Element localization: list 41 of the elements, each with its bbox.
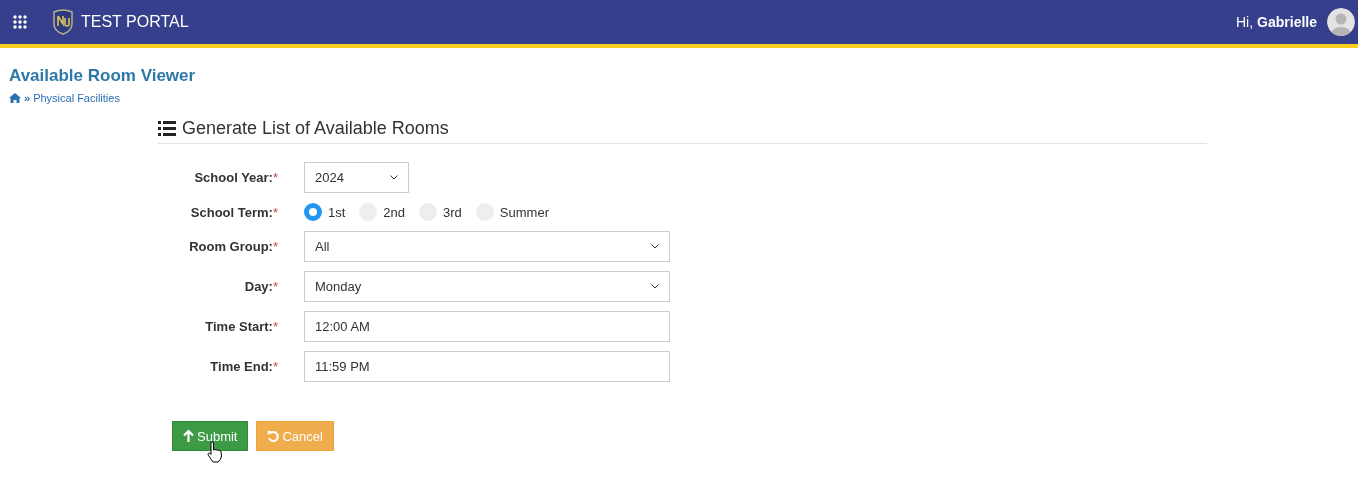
breadcrumb-separator: » bbox=[24, 92, 31, 104]
radio-button[interactable] bbox=[304, 203, 322, 221]
radio-label[interactable]: 2nd bbox=[383, 204, 406, 220]
field-label: Room Group: bbox=[189, 239, 273, 254]
input-field[interactable]: 12:00 AM bbox=[304, 311, 670, 342]
radio-label[interactable]: 3rd bbox=[443, 204, 462, 220]
greeting: Hi, bbox=[1235, 14, 1254, 30]
page-title: Available Room Viewer bbox=[9, 66, 197, 86]
hand-cursor-icon bbox=[207, 441, 223, 463]
field-label: Day: bbox=[244, 279, 273, 294]
required-mark: * bbox=[272, 204, 278, 220]
required-mark: * bbox=[272, 170, 278, 185]
apps-grid-icon[interactable] bbox=[13, 15, 27, 29]
field-label: School Term: bbox=[190, 204, 273, 220]
app-name: TEST PORTAL bbox=[81, 13, 189, 31]
user-name[interactable]: Gabrielle bbox=[1257, 14, 1317, 30]
field-label: School Year: bbox=[194, 170, 273, 185]
field-label: Time Start: bbox=[205, 319, 273, 334]
required-mark: * bbox=[272, 319, 278, 334]
select-field[interactable]: All bbox=[304, 231, 670, 262]
caret-icon bbox=[651, 244, 659, 249]
caret-icon bbox=[651, 284, 659, 289]
caret-icon bbox=[390, 175, 398, 180]
shield-logo-icon bbox=[52, 9, 74, 35]
breadcrumb-link[interactable]: Physical Facilities bbox=[33, 92, 120, 104]
submit-button[interactable]: Submit bbox=[172, 421, 249, 451]
select-field[interactable]: Monday bbox=[304, 271, 670, 302]
required-mark: * bbox=[272, 279, 278, 294]
form-title: Generate List of Available Rooms bbox=[182, 118, 449, 139]
list-icon bbox=[158, 121, 176, 136]
up-arrow-icon bbox=[183, 430, 194, 442]
undo-icon bbox=[267, 430, 280, 442]
required-mark: * bbox=[272, 359, 278, 374]
radio-label[interactable]: 1st bbox=[328, 204, 346, 220]
home-icon[interactable] bbox=[9, 93, 21, 103]
radio-label[interactable]: Summer bbox=[499, 204, 549, 220]
select-field[interactable]: 2024 bbox=[304, 162, 409, 193]
avatar-icon[interactable] bbox=[1327, 8, 1355, 36]
input-field[interactable]: 11:59 PM bbox=[304, 351, 670, 382]
field-label: Time End: bbox=[210, 359, 273, 374]
required-mark: * bbox=[272, 239, 278, 254]
